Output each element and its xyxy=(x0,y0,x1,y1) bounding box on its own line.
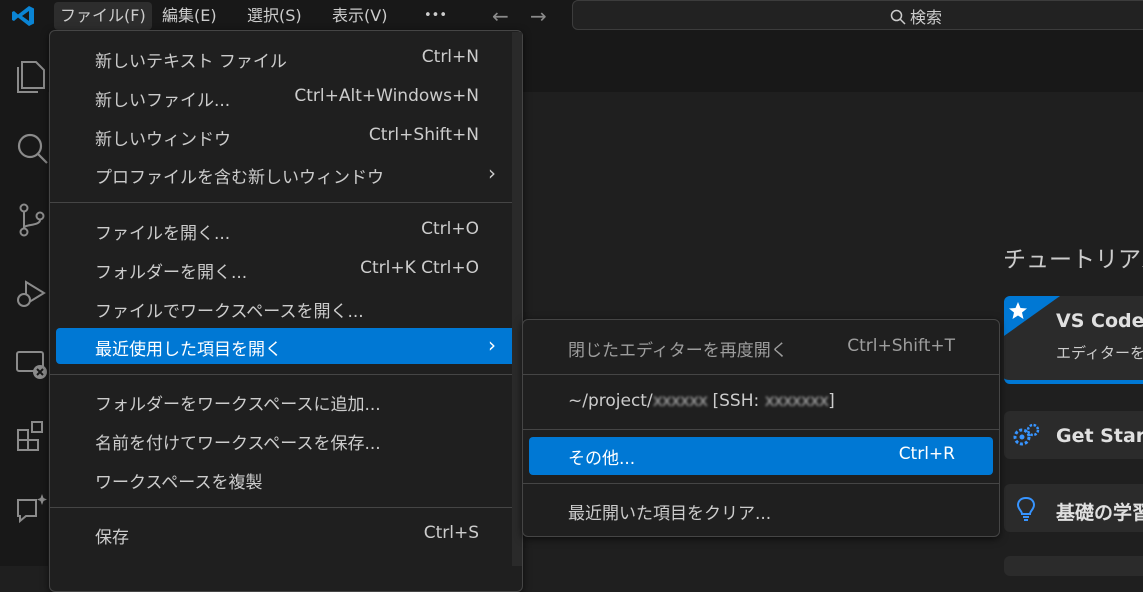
menu-separator xyxy=(50,374,522,375)
menu-item-label: フォルダーを開く... xyxy=(95,263,248,283)
menu-item-clear-recently-opened[interactable]: 最近開いた項目をクリア... xyxy=(529,492,993,528)
menu-edit[interactable]: 編集(E) xyxy=(156,2,223,30)
menu-item-new-file[interactable]: 新しいファイル... Ctrl+Alt+Windows+N xyxy=(56,79,516,115)
menu-item-label: 名前を付けてワークスペースを保存... xyxy=(95,434,381,454)
menu-item-label: 保存 xyxy=(95,528,129,548)
recent-path-prefix: ~/project/ xyxy=(568,391,653,411)
menu-item-recent-remote-folder[interactable]: ~/project/xxxxxx [SSH: xxxxxxx] xyxy=(529,384,993,420)
more-menus-button[interactable]: ••• xyxy=(418,2,453,30)
menu-item-new-window-with-profile[interactable]: プロファイルを含む新しいウィンドウ › xyxy=(56,156,516,192)
menu-item-shortcut: Ctrl+Shift+T xyxy=(847,336,955,356)
menu-item-shortcut: Ctrl+K Ctrl+O xyxy=(360,258,479,278)
extensions-icon[interactable] xyxy=(14,418,50,454)
menu-item-duplicate-workspace[interactable]: ワークスペースを複製 xyxy=(56,461,516,497)
menu-item-shortcut: Ctrl+R xyxy=(898,444,955,464)
star-icon xyxy=(1004,296,1060,336)
search-label: 検索 xyxy=(910,8,943,27)
menu-item-label: 新しいテキスト ファイル xyxy=(95,52,287,72)
menu-item-save[interactable]: 保存 Ctrl+S xyxy=(56,516,516,552)
lightbulb-icon xyxy=(1016,496,1036,521)
menu-item-open-folder[interactable]: フォルダーを開く... Ctrl+K Ctrl+O xyxy=(56,251,516,287)
chevron-right-icon: › xyxy=(488,161,496,185)
menu-item-label: その他... xyxy=(568,449,636,469)
menu-item-shortcut: Ctrl+Alt+Windows+N xyxy=(294,86,479,106)
menu-item-shortcut: Ctrl+S xyxy=(423,523,479,543)
card-vscode-subtitle: エディターを xyxy=(1056,344,1143,362)
run-debug-icon[interactable] xyxy=(14,274,50,310)
menu-item-shortcut: Ctrl+O xyxy=(421,219,479,239)
menu-item-reopen-closed-editor[interactable]: 閉じたエディターを再度開く Ctrl+Shift+T xyxy=(529,329,993,365)
open-recent-submenu: 閉じたエディターを再度開く Ctrl+Shift+T ~/project/xxx… xyxy=(522,319,1000,537)
menu-item-shortcut: Ctrl+Shift+N xyxy=(368,125,479,145)
file-menu: 新しいテキスト ファイル Ctrl+N 新しいファイル... Ctrl+Alt+… xyxy=(49,30,523,592)
card-get-started-title: Get Starte xyxy=(1056,425,1143,447)
redacted-host-name: xxxxxxx xyxy=(764,391,829,411)
menu-separator xyxy=(50,507,522,508)
explorer-icon[interactable] xyxy=(14,58,50,94)
back-arrow-icon[interactable]: ← xyxy=(492,4,509,28)
walkthrough-card-get-started[interactable]: Get Starte xyxy=(1004,411,1143,459)
chevron-right-icon: › xyxy=(488,333,496,357)
menu-item-label: 新しいウィンドウ xyxy=(95,130,231,150)
activity-bar xyxy=(0,32,48,566)
menu-item-label: 最近開いた項目をクリア... xyxy=(568,504,772,524)
menu-separator xyxy=(50,202,522,203)
menu-item-save-workspace-as[interactable]: 名前を付けてワークスペースを保存... xyxy=(56,422,516,458)
chat-icon[interactable] xyxy=(14,490,50,526)
command-center-content: 検索 xyxy=(890,4,942,28)
card-vscode-title: VS Code ( xyxy=(1056,310,1143,332)
menu-item-label: 最近使用した項目を開く xyxy=(95,340,282,360)
forward-arrow-icon[interactable]: → xyxy=(530,4,547,28)
card-fundamentals-title: 基礎の学習 xyxy=(1056,502,1143,524)
search-icon xyxy=(890,9,906,25)
search-icon[interactable] xyxy=(14,130,50,166)
command-center-search[interactable]: 検索 xyxy=(572,0,1143,30)
menu-item-label: プロファイルを含む新しいウィンドウ xyxy=(95,168,384,188)
walkthrough-card-fundamentals[interactable]: 基礎の学習 xyxy=(1004,484,1143,532)
menu-view[interactable]: 表示(V) xyxy=(326,2,393,30)
walkthrough-card-vscode[interactable]: VS Code ( エディターを xyxy=(1004,296,1143,384)
menu-item-label: 閉じたエディターを再度開く xyxy=(568,341,788,361)
menu-item-label: ファイルでワークスペースを開く... xyxy=(95,302,364,322)
remote-explorer-icon[interactable] xyxy=(14,346,50,382)
gears-icon xyxy=(1013,423,1040,446)
menu-selection[interactable]: 選択(S) xyxy=(241,2,308,30)
menu-separator xyxy=(523,483,999,484)
menu-item-new-text-file[interactable]: 新しいテキスト ファイル Ctrl+N xyxy=(56,40,516,76)
menu-separator xyxy=(523,374,999,375)
menu-item-new-window[interactable]: 新しいウィンドウ Ctrl+Shift+N xyxy=(56,118,516,154)
menu-item-add-folder-to-workspace[interactable]: フォルダーをワークスペースに追加... xyxy=(56,383,516,419)
menu-scrollbar[interactable] xyxy=(512,32,522,566)
redacted-folder-name: xxxxxx xyxy=(652,391,708,411)
menu-item-shortcut: Ctrl+N xyxy=(421,47,479,67)
recent-ssh-suffix: ] xyxy=(828,391,835,411)
tutorial-heading: チュートリアル xyxy=(1003,247,1143,273)
menu-item-more[interactable]: その他... Ctrl+R xyxy=(529,437,993,475)
menu-separator xyxy=(523,429,999,430)
menu-item-open-workspace-from-file[interactable]: ファイルでワークスペースを開く... xyxy=(56,290,516,326)
walkthrough-card-more[interactable] xyxy=(1004,556,1143,576)
menu-item-label: ファイルを開く... xyxy=(95,224,231,244)
menu-item-open-file[interactable]: ファイルを開く... Ctrl+O xyxy=(56,212,516,248)
menu-item-label: ワークスペースを複製 xyxy=(95,473,263,493)
vscode-logo-icon xyxy=(12,6,34,26)
recent-folder-label: ~/project/xxxxxx [SSH: xxxxxxx] xyxy=(568,391,835,411)
menu-item-open-recent[interactable]: 最近使用した項目を開く › xyxy=(56,328,516,364)
menu-item-label: 新しいファイル... xyxy=(95,91,231,111)
source-control-icon[interactable] xyxy=(14,202,50,238)
menu-file[interactable]: ファイル(F) xyxy=(54,2,152,30)
title-bar: ファイル(F) 編集(E) 選択(S) 表示(V) ••• ← → 検索 xyxy=(0,0,1143,32)
recent-ssh-prefix: [SSH: xyxy=(707,391,765,411)
menu-item-label: フォルダーをワークスペースに追加... xyxy=(95,395,381,415)
